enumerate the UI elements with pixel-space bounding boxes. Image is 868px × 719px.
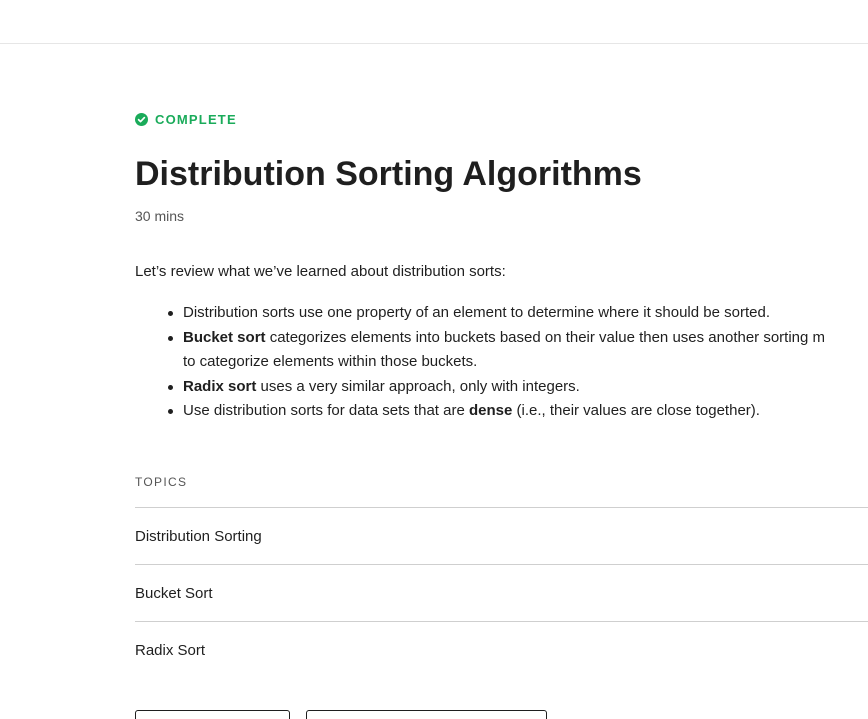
summary-bullet: Radix sort uses a very similar approach,… <box>168 375 868 400</box>
topic-label: Distribution Sorting <box>135 527 262 545</box>
lesson-content: COMPLETE Distribution Sorting Algorithms… <box>135 0 868 719</box>
summary-intro: Let’s review what we’ve learned about di… <box>135 263 506 280</box>
bullet-text: categorizes elements into buckets based … <box>265 328 826 346</box>
check-circle-icon <box>135 112 148 126</box>
footer-button-right[interactable] <box>306 710 547 719</box>
topic-label: Radix Sort <box>135 641 206 659</box>
completion-status: COMPLETE <box>135 110 237 128</box>
bullet-bold-term: Bucket sort <box>183 328 266 346</box>
bullet-text-continuation: to categorize elements within those buck… <box>183 353 478 370</box>
summary-bullet-list: Distribution sorts use one property of a… <box>135 301 868 424</box>
page-title: Distribution Sorting Algorithms <box>135 155 642 193</box>
summary-bullet: Use distribution sorts for data sets tha… <box>168 399 868 424</box>
topic-item-radix-sort[interactable]: Radix Sort <box>135 621 868 678</box>
footer-button-left[interactable] <box>135 710 290 719</box>
bullet-text: Distribution sorts use one property of a… <box>183 304 770 321</box>
summary-bullet: Bucket sort categorizes elements into bu… <box>168 326 868 375</box>
bullet-bold-term: dense <box>468 402 513 419</box>
topic-label: Bucket Sort <box>135 584 213 602</box>
bullet-text: uses a very similar approach, only with … <box>256 377 580 395</box>
lesson-duration: 30 mins <box>135 208 185 224</box>
topic-item-bucket-sort[interactable]: Bucket Sort <box>135 564 868 621</box>
bullet-text-prefix: Use distribution sorts for data sets tha… <box>183 402 469 419</box>
topics-heading: TOPICS <box>135 475 188 489</box>
summary-bullet: Distribution sorts use one property of a… <box>168 301 868 326</box>
topics-list: Distribution Sorting Bucket Sort Radix S… <box>135 507 868 678</box>
bullet-bold-term: Radix sort <box>183 377 257 395</box>
bullet-text: (i.e., their values are close together). <box>512 402 760 419</box>
status-label: COMPLETE <box>155 111 237 127</box>
topic-item-distribution-sorting[interactable]: Distribution Sorting <box>135 507 868 564</box>
